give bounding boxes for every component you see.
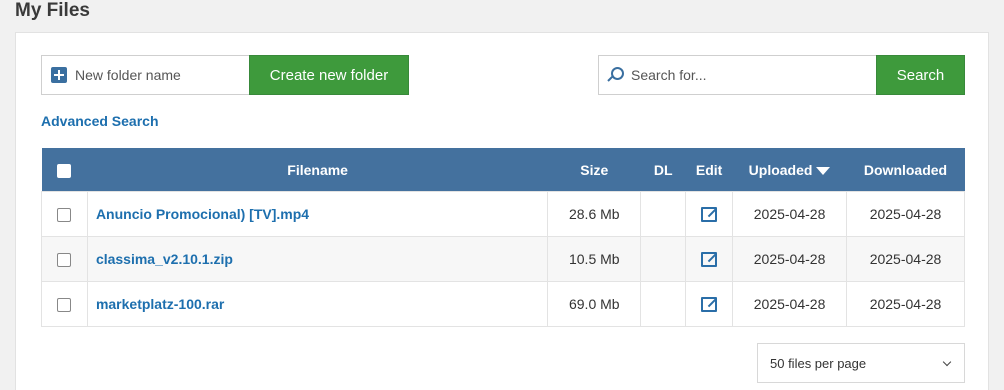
table-row: classima_v2.10.1.zip 10.5 Mb 2025-04-28 … — [41, 236, 965, 282]
row-select-cell — [41, 236, 88, 282]
downloaded-cell: 2025-04-28 — [846, 191, 965, 237]
edit-icon[interactable] — [701, 252, 718, 268]
select-all-cell — [41, 148, 88, 192]
filename-cell: classima_v2.10.1.zip — [86, 236, 549, 282]
dl-cell — [640, 236, 687, 282]
table-row: Anuncio Promocional) [TV].mp4 28.6 Mb 20… — [41, 191, 965, 237]
downloaded-cell: 2025-04-28 — [846, 281, 965, 327]
downloaded-cell: 2025-04-28 — [846, 236, 965, 282]
column-filename[interactable]: Filename — [87, 148, 548, 192]
chevron-down-icon — [942, 357, 952, 367]
column-downloaded[interactable]: Downloaded — [846, 148, 965, 192]
file-link[interactable]: classima_v2.10.1.zip — [96, 251, 233, 267]
dl-cell — [640, 191, 687, 237]
edit-cell — [685, 191, 734, 237]
dl-cell — [640, 281, 687, 327]
sort-descending-icon[interactable] — [816, 167, 831, 176]
files-per-page-value: 50 files per page — [770, 355, 867, 371]
file-link[interactable]: Anuncio Promocional) [TV].mp4 — [96, 206, 309, 222]
uploaded-cell: 2025-04-28 — [732, 236, 848, 282]
column-uploaded-label: Uploaded — [748, 162, 813, 178]
new-folder-field — [41, 55, 249, 95]
search-input[interactable] — [631, 67, 861, 83]
column-size[interactable]: Size — [547, 148, 641, 192]
row-checkbox[interactable] — [57, 208, 72, 223]
add-folder-icon — [51, 67, 67, 83]
search-icon — [607, 66, 625, 84]
column-dl[interactable]: DL — [640, 148, 686, 192]
row-select-cell — [41, 191, 88, 237]
create-folder-button[interactable]: Create new folder — [249, 55, 409, 95]
size-cell: 69.0 Mb — [547, 281, 642, 327]
select-all-checkbox[interactable] — [57, 164, 72, 179]
search-button[interactable]: Search — [876, 55, 965, 95]
size-cell: 10.5 Mb — [547, 236, 642, 282]
uploaded-cell: 2025-04-28 — [732, 191, 848, 237]
size-cell: 28.6 Mb — [547, 191, 642, 237]
filename-cell: marketplatz-100.rar — [86, 281, 549, 327]
table-row: marketplatz-100.rar 69.0 Mb 2025-04-28 2… — [41, 281, 965, 327]
filename-cell: Anuncio Promocional) [TV].mp4 — [86, 191, 549, 237]
row-select-cell — [41, 281, 88, 327]
edit-cell — [685, 236, 734, 282]
file-link[interactable]: marketplatz-100.rar — [96, 296, 224, 312]
row-checkbox[interactable] — [57, 298, 72, 313]
table-header-row: Filename Size DL Edit Uploaded Downloade… — [41, 148, 965, 192]
edit-cell — [685, 281, 734, 327]
new-folder-input[interactable] — [75, 67, 245, 83]
advanced-search-link[interactable]: Advanced Search — [41, 113, 159, 129]
column-uploaded[interactable]: Uploaded — [732, 148, 847, 192]
files-per-page-select[interactable]: 50 files per page — [757, 343, 965, 383]
page-title: My Files — [15, 0, 90, 21]
edit-icon[interactable] — [701, 207, 718, 223]
row-checkbox[interactable] — [57, 253, 72, 268]
column-edit: Edit — [685, 148, 733, 192]
uploaded-cell: 2025-04-28 — [732, 281, 848, 327]
edit-icon[interactable] — [701, 297, 718, 313]
search-field — [598, 55, 876, 95]
files-panel: Create new folder Search Advanced Search… — [15, 32, 989, 390]
files-table: Filename Size DL Edit Uploaded Downloade… — [41, 148, 965, 327]
